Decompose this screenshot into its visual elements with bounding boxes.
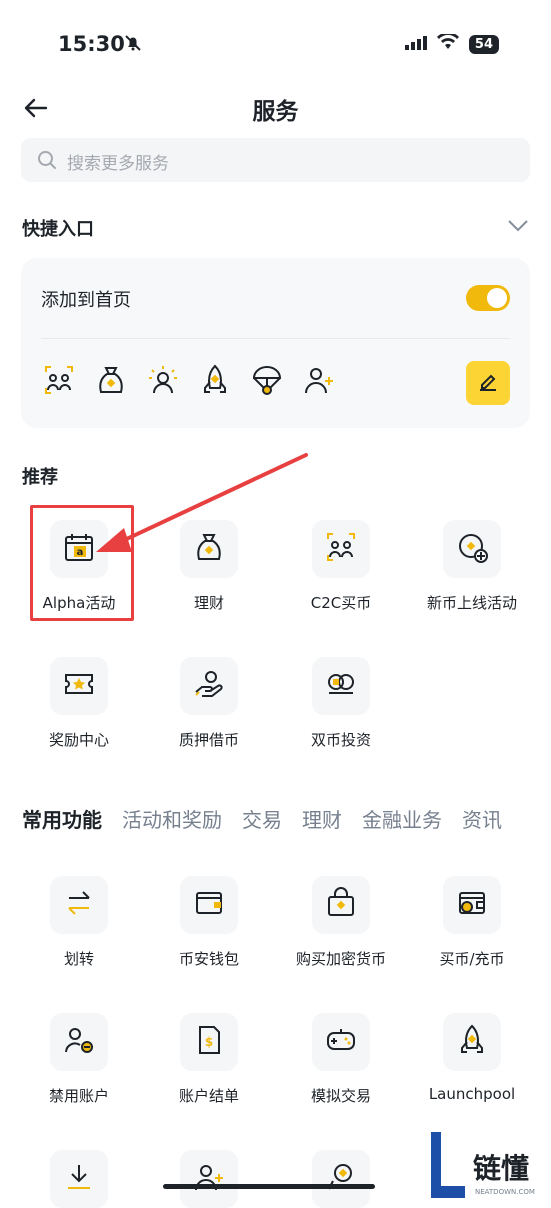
hand-coin-icon [193,668,225,704]
c2c-icon [325,531,357,567]
tab-earn[interactable]: 理财 [302,804,342,833]
page-title: 服务 [252,99,299,125]
pencil-icon [477,370,499,396]
sun-user-icon[interactable] [147,364,179,396]
recommend-item-dual[interactable]: 双币投资 [275,657,407,750]
signal-icon [404,35,427,54]
page-header: 服务 [0,88,551,128]
common-item-download[interactable] [13,1150,145,1208]
common-item-demo-trading[interactable]: 模拟交易 [275,1013,407,1106]
svg-text:$: $ [205,1035,213,1049]
common-item-chat-coin[interactable] [275,1150,407,1208]
recommend-item-rewards[interactable]: 奖励中心 [13,657,145,750]
recommend-item-label: 双币投资 [310,731,371,749]
recommend-title: 推荐 [22,467,58,488]
search-input[interactable]: 搜索更多服务 [21,138,530,182]
common-item-label: 购买加密货币 [295,950,386,968]
shopping-bag-icon [325,887,357,923]
wallet-icon [193,887,225,923]
status-time: 15:30 [58,32,125,56]
watermark-text: 链懂 [473,1152,529,1185]
buy-deposit-icon [456,887,488,923]
add-to-home-label: 添加到首页 [41,290,131,311]
recommend-item-label: 新币上线活动 [426,594,517,612]
watermark-subtext: NEATDOWN.COM [475,1188,535,1196]
tab-activities[interactable]: 活动和奖励 [122,804,222,833]
common-item-statement[interactable]: $ 账户结单 [143,1013,275,1106]
tab-trade[interactable]: 交易 [242,804,282,833]
category-tabs: 常用功能 活动和奖励 交易 理财 金融业务 资讯 [22,804,502,833]
tab-common[interactable]: 常用功能 [22,804,102,833]
new-coin-icon [456,531,488,567]
disable-account-icon [63,1024,95,1060]
common-item-label: 划转 [63,950,94,968]
add-to-home-toggle[interactable] [466,285,510,311]
highlight-box [30,505,134,621]
tab-news[interactable]: 资讯 [462,804,502,833]
recommend-item-label: C2C买币 [310,594,372,612]
chat-coin-icon [325,1161,357,1197]
recommend-item-new-coin[interactable]: 新币上线活动 [406,520,538,613]
money-bag-icon [193,531,225,567]
recommend-item-c2c[interactable]: C2C买币 [275,520,407,613]
wifi-icon [436,32,459,54]
search-icon [37,150,57,174]
rocket-icon [456,1024,488,1060]
quick-entry-card: 添加到首页 [21,258,530,428]
edit-button[interactable] [466,361,510,405]
c2c-icon[interactable] [43,364,75,396]
recommend-item-wealth[interactable]: 理财 [143,520,275,613]
recommend-item-label: 奖励中心 [48,731,109,749]
common-item-buy-deposit[interactable]: 买币/充币 [406,876,538,969]
recommend-item-label: 质押借币 [178,731,239,749]
common-item-label: 账户结单 [178,1087,239,1105]
divider [41,338,510,339]
common-item-wallet[interactable]: 币安钱包 [143,876,275,969]
common-item-label: 币安钱包 [178,950,239,968]
transfer-icon [63,887,95,923]
status-bar: 15:30 54 [0,0,551,90]
recommend-item-loan[interactable]: 质押借币 [143,657,275,750]
common-item-label: 买币/充币 [439,950,505,968]
money-bag-icon[interactable] [95,364,127,396]
download-icon [63,1161,95,1197]
common-item-launchpool[interactable]: Launchpool [406,1013,538,1103]
add-user-icon [193,1161,225,1197]
common-item-label: 禁用账户 [48,1087,109,1105]
statement-icon: $ [193,1024,225,1060]
recommend-item-label: 理财 [193,594,224,612]
common-item-disable-account[interactable]: 禁用账户 [13,1013,145,1106]
search-placeholder: 搜索更多服务 [67,154,169,174]
home-indicator [163,1184,375,1189]
common-item-label: 模拟交易 [310,1087,371,1105]
ticket-star-icon [63,668,95,704]
add-user-icon[interactable] [303,364,335,396]
rocket-icon[interactable] [199,364,231,396]
quick-icon-row [43,364,335,396]
battery-indicator: 54 [468,34,499,54]
dual-coin-icon [325,668,357,704]
tab-finance[interactable]: 金融业务 [362,804,442,833]
chevron-down-icon[interactable] [507,218,529,237]
common-item-label: Launchpool [428,1085,516,1103]
bell-muted-icon [124,34,142,56]
common-item-add-user[interactable] [143,1150,275,1208]
gamepad-icon [325,1024,357,1060]
common-item-transfer[interactable]: 划转 [13,876,145,969]
watermark: 链懂 NEATDOWN.COM [423,1130,543,1200]
parachute-icon[interactable] [251,364,283,396]
quick-entry-title: 快捷入口 [22,219,94,240]
common-item-buy-crypto[interactable]: 购买加密货币 [275,876,407,969]
